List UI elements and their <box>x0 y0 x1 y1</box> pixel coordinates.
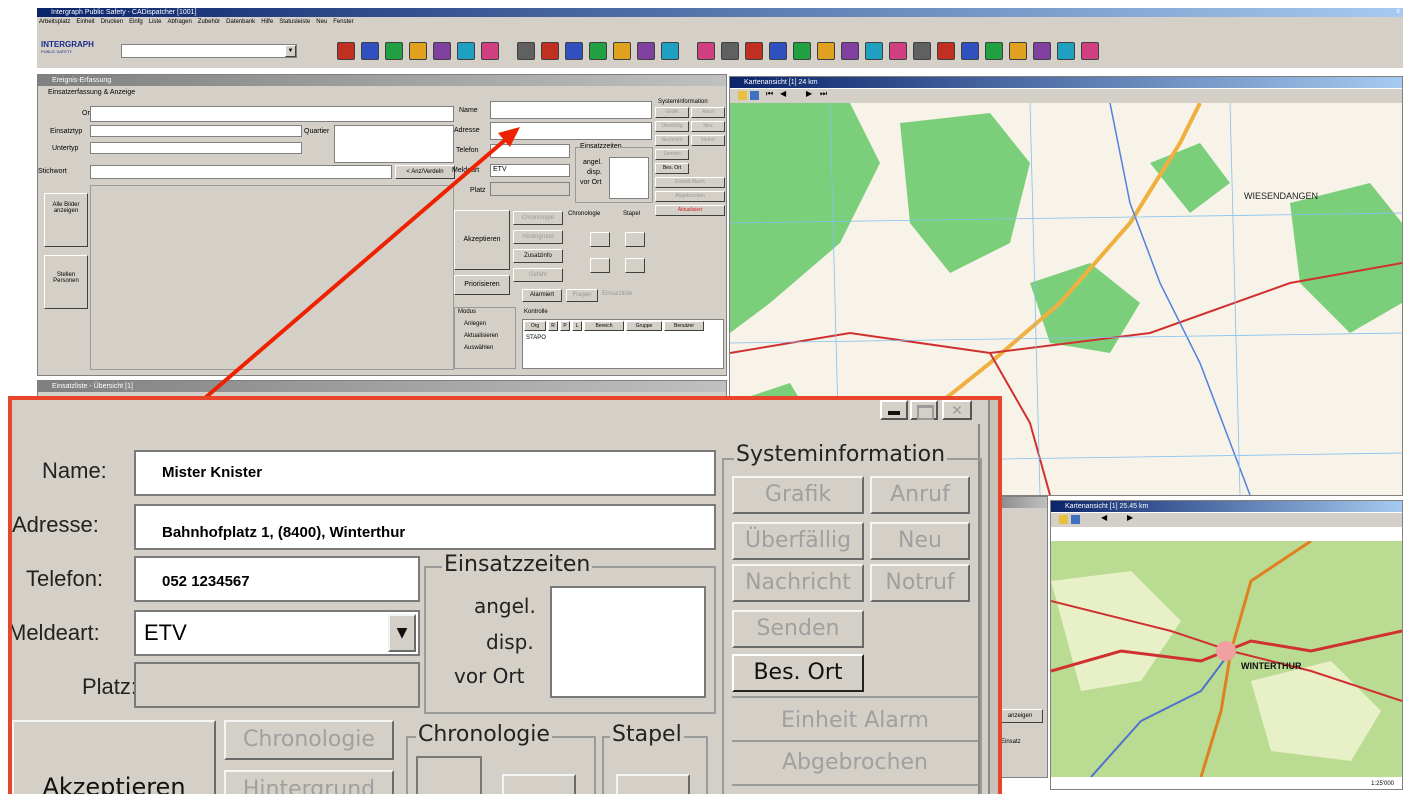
zoom-chronologie-button[interactable]: Chronologie <box>224 720 394 760</box>
zoom-chronologie-group-title: Chronologie <box>416 722 552 747</box>
zoom-platz-label: Platz: <box>82 674 138 699</box>
zoom-adresse-field[interactable]: Bahnhofplatz 1, (8400), Winterthur <box>134 504 716 550</box>
zoom-stapel-group-title: Stapel <box>610 722 684 747</box>
zoom-sysinfo-sep-3 <box>732 784 978 786</box>
zoom-telefon-field[interactable]: 052 1234567 <box>134 556 420 602</box>
zoom-senden-button[interactable]: Senden <box>732 610 864 648</box>
zoom-maximize-icon[interactable] <box>910 400 938 420</box>
zoom-minimize-icon[interactable] <box>880 400 908 420</box>
zoom-akzeptieren-button[interactable]: Akzeptieren <box>12 720 216 794</box>
zoom-meldeart-field[interactable]: ETV <box>134 610 420 656</box>
zoom-chronologie-box <box>416 756 482 794</box>
zoom-chronologie-small-button[interactable] <box>502 774 576 794</box>
zoom-neu-button[interactable]: Neu <box>870 522 970 560</box>
zoom-sysinfo-title: Systeminformation <box>734 442 948 467</box>
zoom-callout: ✕ Name: Adresse: Telefon: Meldeart: Plat… <box>8 396 1002 794</box>
zoom-meldeart-label: Meldeart: <box>8 620 100 645</box>
zoom-close-icon[interactable]: ✕ <box>942 400 972 420</box>
zoom-adresse-label: Adresse: <box>12 512 99 537</box>
zoom-window-bar <box>12 400 998 430</box>
zoom-notruf-button[interactable]: Notruf <box>870 564 970 602</box>
zoom-stapel-small-button[interactable] <box>616 774 690 794</box>
zoom-telefon-label: Telefon: <box>26 566 104 591</box>
zoom-nachricht-button[interactable]: Nachricht <box>732 564 864 602</box>
zoom-ueberfaellig-button[interactable]: Überfällig <box>732 522 864 560</box>
zoom-einsatzzeiten-box <box>550 586 706 698</box>
zoom-angel-label: angel. <box>474 594 536 618</box>
zoom-anruf-button[interactable]: Anruf <box>870 476 970 514</box>
zoom-platz-field[interactable] <box>134 662 420 708</box>
zoom-name-field[interactable]: Mister Knister <box>134 450 716 496</box>
zoom-sysinfo-sep-2 <box>732 740 978 742</box>
zoom-hintergrund-button[interactable]: Hintergrund <box>224 770 394 794</box>
zoom-einheit-alarm-button[interactable]: Einheit Alarm <box>732 702 978 740</box>
zoom-disp-label: disp. <box>486 630 534 654</box>
zoom-einsatzzeiten-title: Einsatzzeiten <box>442 552 593 577</box>
zoom-sysinfo-sep-1 <box>732 696 978 698</box>
zoom-vorort-label: vor Ort <box>454 664 525 688</box>
zoom-bes-ort-button[interactable]: Bes. Ort <box>732 654 864 692</box>
zoom-name-label: Name: <box>42 458 107 483</box>
zoom-meldeart-dropdown-icon[interactable]: ▼ <box>388 614 416 652</box>
zoom-abgebrochen-button[interactable]: Abgebrochen <box>732 744 978 782</box>
zoom-grafik-button[interactable]: Grafik <box>732 476 864 514</box>
zoom-scroll-strip[interactable] <box>988 400 998 794</box>
